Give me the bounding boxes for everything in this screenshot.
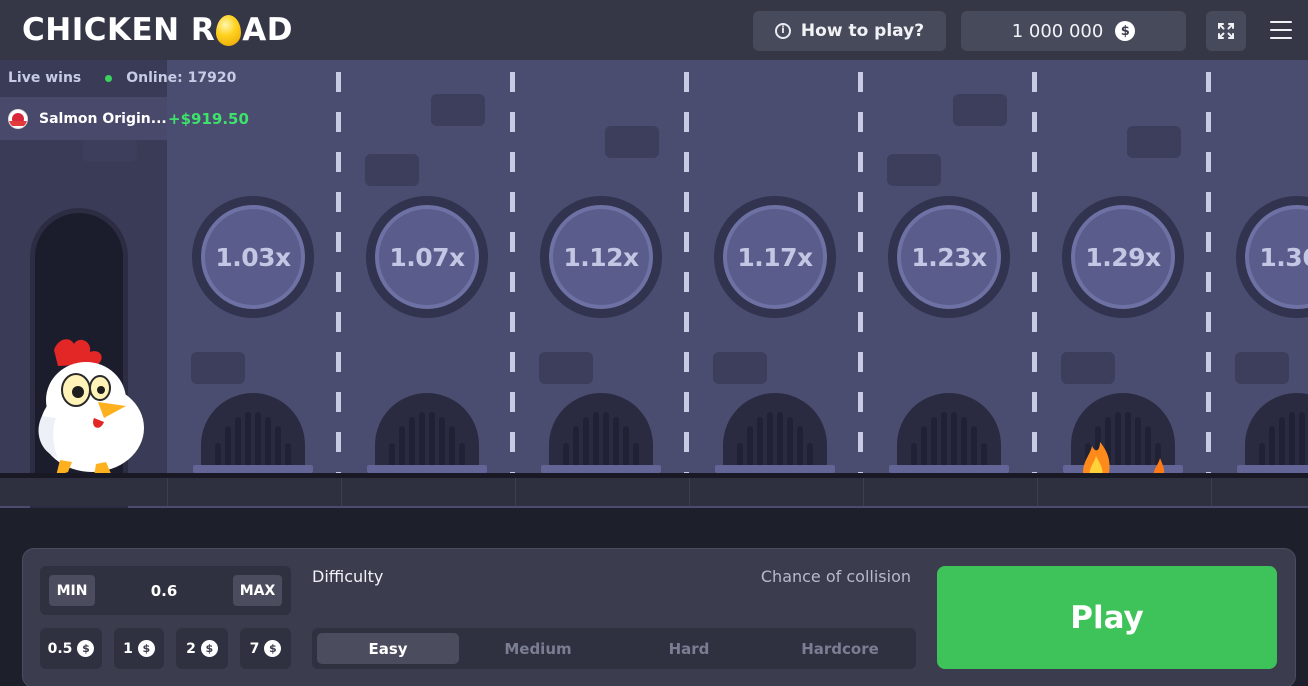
dollar-coin-icon: $ <box>264 640 282 657</box>
fire-icon <box>1083 442 1165 478</box>
logo-text-start: CHICKEN R <box>22 12 216 48</box>
hamburger-menu-button[interactable] <box>1268 18 1294 42</box>
sewer-grate <box>549 393 653 473</box>
multiplier-label: 1.29x <box>1071 205 1175 309</box>
quick-bet-button[interactable]: 0.5 $ <box>40 628 102 669</box>
lane-divider <box>1032 72 1037 474</box>
difficulty-medium[interactable]: Medium <box>467 633 609 664</box>
how-to-play-button[interactable]: i How to play? <box>753 11 946 51</box>
difficulty-hardcore[interactable]: Hardcore <box>769 633 911 664</box>
live-win-entry: Salmon Origin... <box>0 97 167 140</box>
difficulty-easy[interactable]: Easy <box>317 633 459 664</box>
top-bar: CHICKEN R AD i How to play? 1 000 000 $ <box>0 0 1308 60</box>
live-win-amount: +$919.50 <box>168 109 249 128</box>
multiplier-step-1[interactable]: 1.03x <box>192 196 314 318</box>
road <box>0 478 1308 506</box>
sewer-grate <box>201 393 305 473</box>
how-to-play-label: How to play? <box>800 21 925 41</box>
balance-value: 1 000 000 <box>1011 20 1104 42</box>
collision-chance-label: Chance of collision <box>760 567 911 586</box>
dollar-coin-icon: $ <box>137 640 155 657</box>
dollar-coin-icon: $ <box>77 640 95 657</box>
multiplier-step-3[interactable]: 1.12x <box>540 196 662 318</box>
multiplier-label: 1.03x <box>201 205 305 309</box>
player-avatar-flag-icon <box>8 108 28 129</box>
quick-bet-button[interactable]: 2 $ <box>176 628 228 669</box>
live-wins-label: Live wins <box>8 70 82 86</box>
multiplier-label: 1.36x <box>1245 205 1308 309</box>
live-win-player: Salmon Origin... <box>39 110 167 127</box>
online-count: Online: 17920 <box>126 70 237 86</box>
chicken-character <box>38 339 144 476</box>
difficulty-hard[interactable]: Hard <box>618 633 760 664</box>
min-bet-button[interactable]: MIN <box>49 575 95 606</box>
sewer-grate <box>723 393 827 473</box>
quick-bet-button[interactable]: 1 $ <box>114 628 164 669</box>
bet-amount-value[interactable]: 0.6 <box>123 575 205 606</box>
live-wins-bar: Live wins Online: 17920 <box>0 60 240 96</box>
logo-text-end: AD <box>242 12 294 48</box>
game-logo: CHICKEN R AD <box>22 10 293 50</box>
fullscreen-button[interactable] <box>1206 11 1246 51</box>
multiplier-step-6[interactable]: 1.29x <box>1062 196 1184 318</box>
balance-display: 1 000 000 $ <box>961 11 1186 51</box>
dollar-coin-icon: $ <box>200 640 218 657</box>
multiplier-step-4[interactable]: 1.17x <box>714 196 836 318</box>
multiplier-step-2[interactable]: 1.07x <box>366 196 488 318</box>
lane-divider <box>510 72 515 474</box>
quick-bet-button[interactable]: 7 $ <box>240 628 291 669</box>
lane-divider <box>684 72 689 474</box>
max-bet-button[interactable]: MAX <box>233 575 282 606</box>
multiplier-step-5[interactable]: 1.23x <box>888 196 1010 318</box>
difficulty-label: Difficulty <box>312 567 384 586</box>
multiplier-label: 1.12x <box>549 205 653 309</box>
play-button[interactable]: Play <box>937 566 1277 669</box>
lane-divider <box>1206 72 1211 474</box>
lane-divider <box>336 72 341 474</box>
multiplier-step-7[interactable]: 1.36x <box>1236 196 1308 318</box>
multiplier-label: 1.07x <box>375 205 479 309</box>
sewer-grate <box>1245 393 1308 473</box>
sewer-grate <box>375 393 479 473</box>
multiplier-label: 1.17x <box>723 205 827 309</box>
dollar-coin-icon: $ <box>1115 21 1136 41</box>
multiplier-label: 1.23x <box>897 205 1001 309</box>
sewer-grate <box>897 393 1001 473</box>
egg-icon <box>216 14 242 46</box>
fullscreen-icon <box>1218 23 1234 39</box>
info-icon: i <box>774 23 791 39</box>
lane-divider <box>858 72 863 474</box>
online-status-dot <box>105 74 113 82</box>
